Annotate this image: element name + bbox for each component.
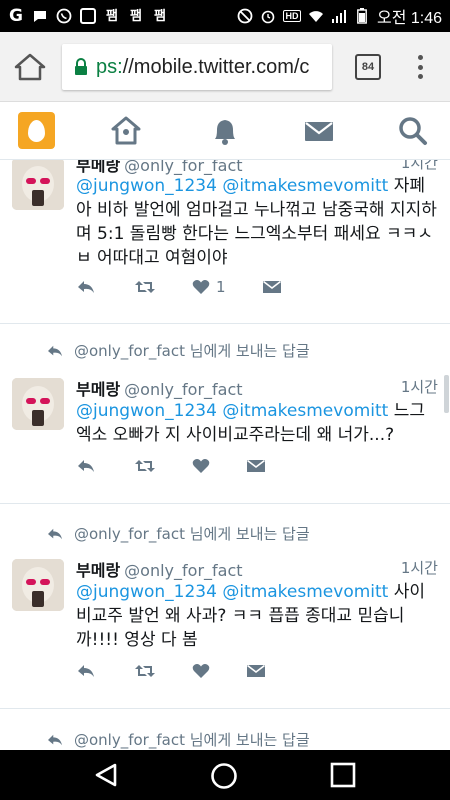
author-handle[interactable]: @only_for_fact	[124, 160, 242, 175]
mention-link[interactable]: @itmakesmevomitt	[222, 176, 388, 196]
home-icon[interactable]	[12, 52, 48, 82]
tweet-actions	[76, 663, 266, 679]
status-time: 오전 1:46	[376, 10, 442, 27]
reply-context: @only_for_fact 님에게 보내는 답글	[46, 523, 310, 544]
profile-egg-icon[interactable]	[18, 112, 55, 149]
url-text: ps://mobile.twitter.com/c	[96, 56, 309, 79]
tweet[interactable]: 부메랑 @only_for_fact 1시간 @jungwon_1234 @itm…	[0, 160, 450, 324]
mention-link[interactable]: @jungwon_1234	[76, 582, 217, 602]
signal-icon	[331, 8, 347, 24]
mention-link[interactable]: @jungwon_1234	[76, 401, 217, 421]
hd-voice-icon: HD	[282, 10, 301, 22]
do-not-disturb-icon	[237, 8, 253, 24]
reply-icon[interactable]	[76, 458, 134, 474]
reply-icon[interactable]	[76, 279, 134, 295]
tweet[interactable]: @only_for_fact 님에게 보내는 답글 부메랑 @only_for_f…	[0, 505, 450, 709]
messages-icon[interactable]	[302, 114, 336, 148]
battery-icon	[354, 8, 370, 24]
reply-context-text[interactable]: @only_for_fact 님에게 보내는 답글	[74, 340, 310, 361]
carrier-logo-icon: G	[9, 5, 23, 26]
tweet-time[interactable]: 1시간	[401, 376, 438, 397]
author-name[interactable]: 부메랑	[76, 380, 120, 399]
heart-icon[interactable]	[192, 663, 246, 679]
home-circle-icon[interactable]	[210, 762, 238, 794]
retweet-icon[interactable]	[134, 663, 192, 679]
browser-toolbar: ps://mobile.twitter.com/c 84	[0, 32, 450, 102]
direct-message-icon[interactable]	[262, 279, 282, 295]
image-notification-icon	[80, 8, 96, 24]
author-handle[interactable]: @only_for_fact	[124, 380, 242, 399]
tweet-actions	[76, 458, 266, 474]
heart-icon	[192, 280, 210, 294]
whatsapp-icon	[56, 8, 72, 24]
tweet-text: @jungwon_1234 @itmakesmevomitt 자폐아 비하 발언…	[76, 174, 440, 270]
back-icon[interactable]	[93, 762, 119, 792]
url-host: //mobile.twitter.com/c	[122, 55, 310, 78]
overflow-menu-icon[interactable]	[412, 52, 428, 82]
reply-context: @only_for_fact 님에게 보내는 답글	[46, 340, 310, 361]
app-notification-icon: 팸	[106, 8, 118, 24]
retweet-icon[interactable]	[134, 279, 192, 295]
tweet-text: @jungwon_1234 @itmakesmevomitt 느그엑소 오빠가 …	[76, 399, 440, 447]
author-line: 부메랑 @only_for_fact	[76, 376, 243, 400]
like-count: 1	[216, 278, 226, 296]
app-notification-icon: 팸	[154, 8, 166, 24]
avatar[interactable]	[12, 378, 64, 430]
avatar[interactable]	[12, 559, 64, 611]
heart-icon[interactable]	[192, 458, 246, 474]
tweet[interactable]: @only_for_fact 님에게 보내는 답글 부메랑 @only_for_f…	[0, 324, 450, 504]
direct-message-icon[interactable]	[246, 458, 266, 474]
url-bar[interactable]: ps://mobile.twitter.com/c	[62, 44, 332, 90]
like-button[interactable]: 1	[192, 278, 262, 296]
mention-link[interactable]: @itmakesmevomitt	[222, 582, 388, 602]
url-scheme: ps:	[96, 55, 123, 78]
status-bar: G 팸 팸 팸 HD 오전 1:46	[0, 0, 450, 32]
author-name[interactable]: 부메랑	[76, 561, 120, 580]
reply-icon	[48, 345, 62, 356]
reply-context-text[interactable]: @only_for_fact 님에게 보내는 답글	[74, 729, 310, 750]
retweet-icon[interactable]	[134, 458, 192, 474]
tweet-time[interactable]: 1시간	[401, 160, 438, 173]
author-name[interactable]: 부메랑	[76, 160, 120, 175]
tab-switcher-button[interactable]: 84	[355, 54, 381, 80]
direct-message-icon[interactable]	[246, 663, 266, 679]
author-line: 부메랑 @only_for_fact	[76, 557, 243, 581]
android-nav-bar	[0, 750, 450, 800]
reply-context-text[interactable]: @only_for_fact 님에게 보내는 답글	[74, 523, 310, 544]
tweet-actions: 1	[76, 278, 282, 296]
lock-icon	[74, 58, 88, 76]
tweet[interactable]: @only_for_fact 님에게 보내는 답글	[0, 710, 450, 750]
mention-link[interactable]: @jungwon_1234	[76, 176, 217, 196]
tweet-time[interactable]: 1시간	[401, 557, 438, 578]
home-icon[interactable]	[109, 114, 143, 148]
alarm-icon	[260, 8, 276, 24]
twitter-nav	[0, 102, 450, 160]
reply-icon	[48, 528, 62, 539]
recent-apps-icon[interactable]	[330, 762, 356, 792]
reply-context: @only_for_fact 님에게 보내는 답글	[46, 729, 310, 750]
author-handle[interactable]: @only_for_fact	[124, 561, 242, 580]
avatar[interactable]	[12, 160, 64, 210]
app-notification-icon: 팸	[130, 8, 142, 24]
timeline: 부메랑 @only_for_fact 1시간 @jungwon_1234 @itm…	[0, 160, 450, 750]
reply-icon	[48, 734, 62, 745]
search-icon[interactable]	[396, 114, 430, 148]
notifications-icon[interactable]	[208, 114, 242, 148]
mention-link[interactable]: @itmakesmevomitt	[222, 401, 388, 421]
tweet-text: @jungwon_1234 @itmakesmevomitt 사이비교주 발언 …	[76, 580, 440, 652]
message-icon	[32, 8, 48, 24]
wifi-icon	[308, 8, 324, 24]
scrollbar[interactable]	[444, 375, 449, 413]
reply-icon[interactable]	[76, 663, 134, 679]
